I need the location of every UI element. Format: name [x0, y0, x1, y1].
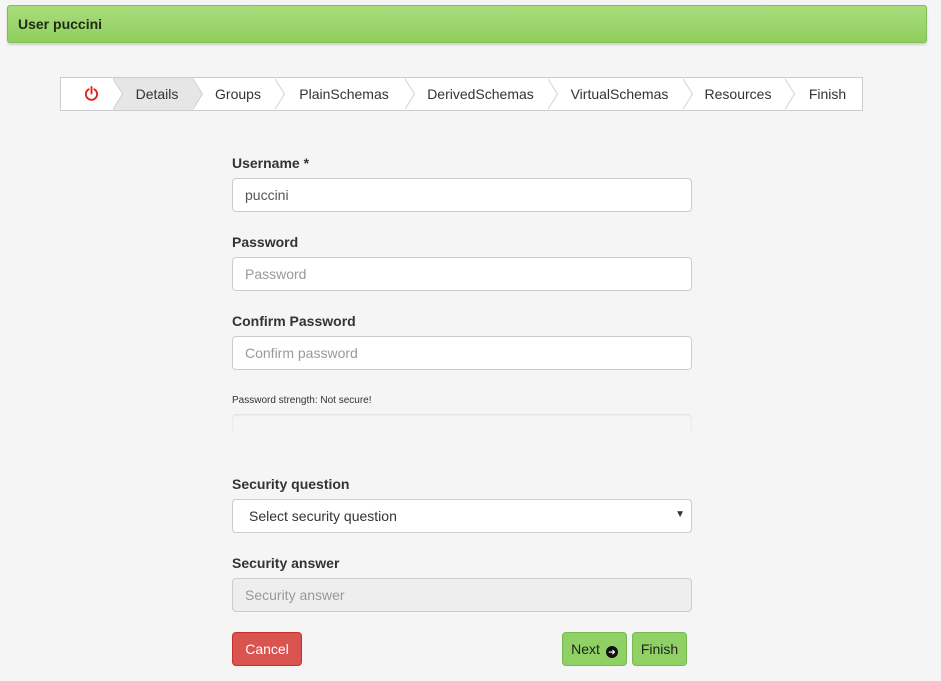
cancel-button-label: Cancel: [245, 641, 289, 657]
password-strength-text: Password strength: Not secure!: [232, 395, 372, 406]
confirm-password-label: Confirm Password: [232, 313, 356, 329]
password-label: Password: [232, 234, 299, 250]
wizard-step-details[interactable]: Details: [113, 78, 203, 110]
wizard-step-label: Groups: [215, 86, 261, 102]
password-field[interactable]: [232, 257, 692, 291]
wizard-step-resources[interactable]: Resources: [683, 78, 795, 110]
wizard-step-label: DerivedSchemas: [427, 86, 534, 102]
wizard-step-virtualschemas[interactable]: VirtualSchemas: [548, 78, 693, 110]
security-question-select[interactable]: Select security question ▼: [232, 499, 692, 533]
wizard-step-label: Finish: [808, 86, 847, 102]
page-title: User puccini: [18, 16, 103, 32]
username-field[interactable]: [232, 178, 692, 212]
page-header: User puccini: [7, 5, 927, 43]
wizard-steps: Details Groups PlainSchemas DerivedSchem…: [60, 77, 863, 111]
finish-button[interactable]: Finish: [632, 632, 687, 666]
wizard-step-plainschemas[interactable]: PlainSchemas: [275, 78, 415, 110]
security-answer-label: Security answer: [232, 555, 340, 571]
wizard-step-label: VirtualSchemas: [570, 86, 669, 102]
wizard-step-finish[interactable]: Finish: [785, 78, 862, 110]
wizard-step-label: Details: [135, 86, 179, 102]
confirm-password-field[interactable]: [232, 336, 692, 370]
wizard-step-label: PlainSchemas: [299, 86, 389, 102]
next-button[interactable]: Next ➜: [562, 632, 627, 666]
wizard-step-groups[interactable]: Groups: [193, 78, 285, 110]
wizard-step-derivedschemas[interactable]: DerivedSchemas: [405, 78, 558, 110]
security-question-label: Security question: [232, 476, 350, 492]
cancel-button[interactable]: Cancel: [232, 632, 302, 666]
wizard-step-label: Resources: [704, 86, 772, 102]
next-button-label: Next: [571, 641, 600, 657]
security-question-value: Select security question: [249, 508, 397, 524]
power-icon: [84, 86, 99, 101]
password-strength-bar: [232, 414, 692, 434]
chevron-down-icon: ▼: [675, 509, 685, 520]
wizard-step-power[interactable]: [61, 78, 123, 110]
username-label: Username *: [232, 155, 310, 171]
security-answer-field: [232, 578, 692, 612]
finish-button-label: Finish: [640, 641, 679, 657]
arrow-right-circle-icon: ➜: [605, 646, 618, 658]
